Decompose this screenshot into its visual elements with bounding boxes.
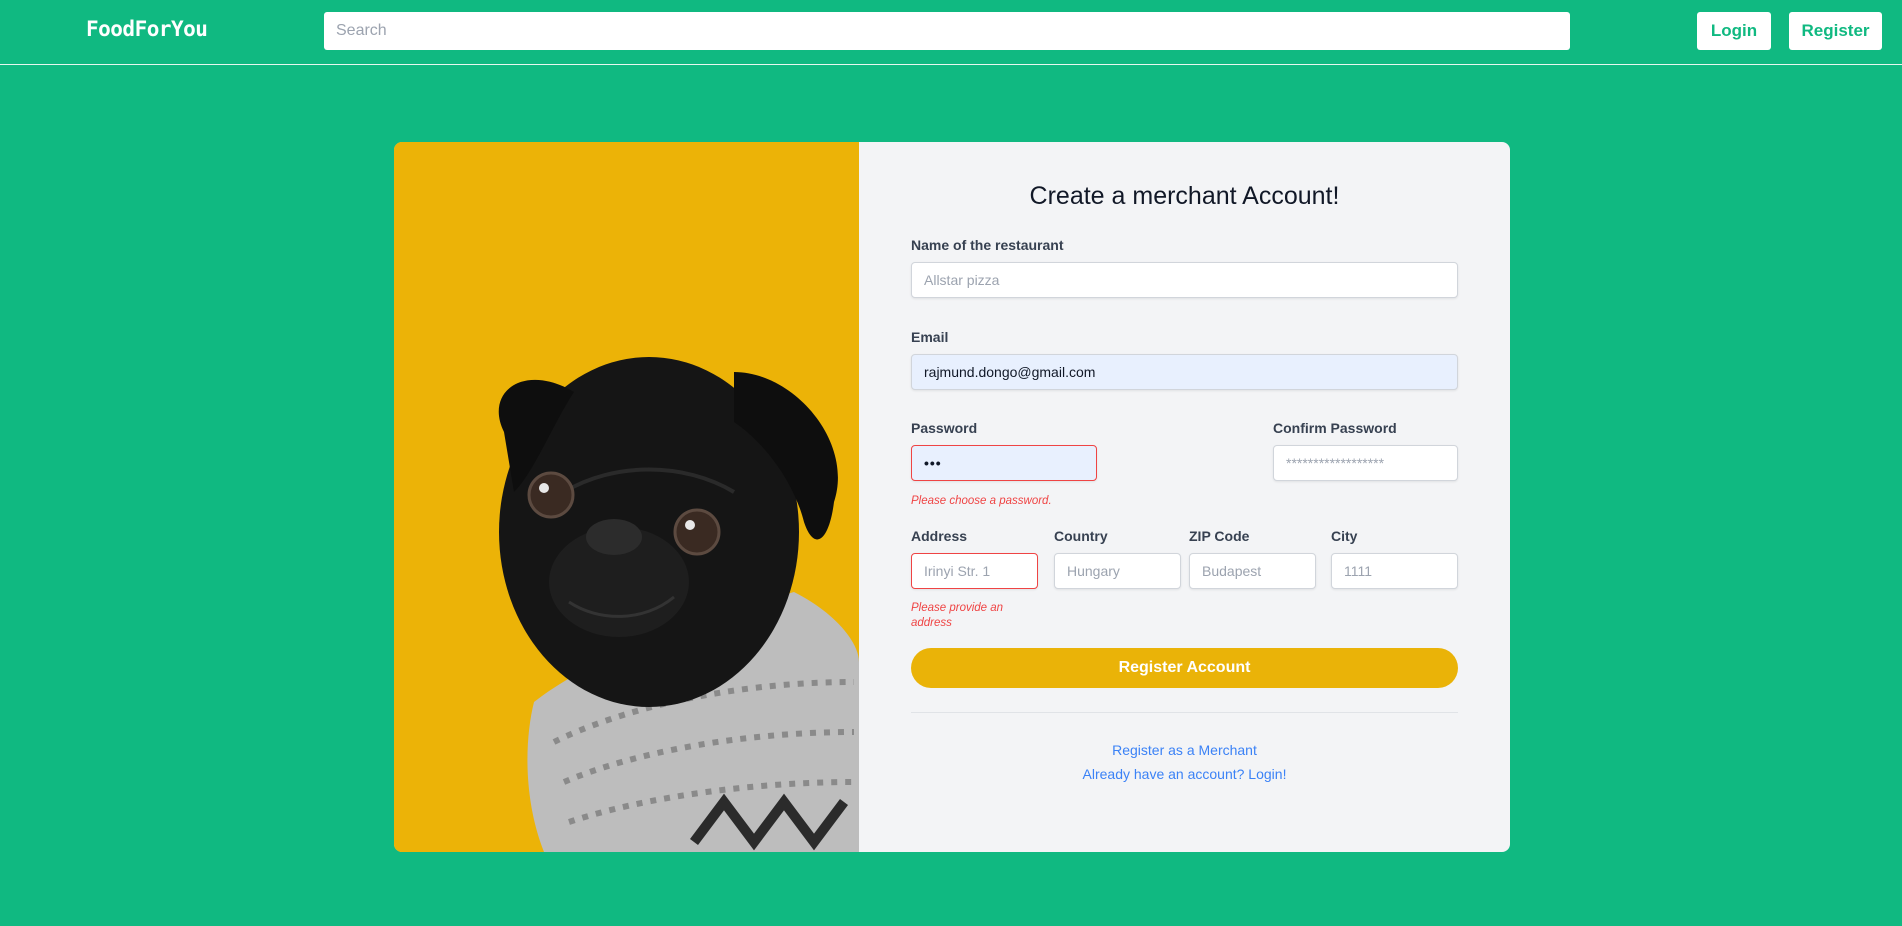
address-error: Please provide an address [911, 602, 1004, 629]
login-link[interactable]: Already have an account? Login! [859, 766, 1510, 782]
city-input[interactable] [1331, 553, 1458, 589]
country-label: Country [1054, 528, 1108, 544]
password-error: Please choose a password. [911, 495, 1052, 507]
brand-logo[interactable]: FoodForYou [86, 17, 208, 41]
register-form: Create a merchant Account! Name of the r… [859, 142, 1510, 852]
country-input[interactable] [1054, 553, 1181, 589]
restaurant-label: Name of the restaurant [911, 237, 1064, 253]
register-account-button[interactable]: Register Account [911, 648, 1458, 688]
password-label: Password [911, 420, 978, 436]
register-button[interactable]: Register [1789, 12, 1882, 50]
pug-photo [394, 142, 859, 852]
zip-label: ZIP Code [1189, 528, 1250, 544]
restaurant-name-input[interactable] [911, 262, 1458, 298]
register-merchant-link[interactable]: Register as a Merchant [859, 742, 1510, 758]
email-input[interactable] [911, 354, 1458, 390]
confirm-password-input[interactable] [1273, 445, 1458, 481]
navbar: FoodForYou Login Register [0, 0, 1902, 65]
confirm-password-label: Confirm Password [1273, 420, 1397, 436]
password-input[interactable] [911, 445, 1097, 481]
search-input[interactable] [324, 12, 1570, 50]
city-label: City [1331, 528, 1358, 544]
register-card: Create a merchant Account! Name of the r… [394, 142, 1510, 852]
address-label: Address [911, 528, 968, 544]
email-label: Email [911, 329, 949, 345]
form-divider [911, 712, 1458, 713]
pug-illustration [394, 142, 859, 852]
form-title: Create a merchant Account! [1029, 182, 1340, 210]
zip-input[interactable] [1189, 553, 1316, 589]
address-input[interactable] [911, 553, 1038, 589]
login-button[interactable]: Login [1697, 12, 1771, 50]
